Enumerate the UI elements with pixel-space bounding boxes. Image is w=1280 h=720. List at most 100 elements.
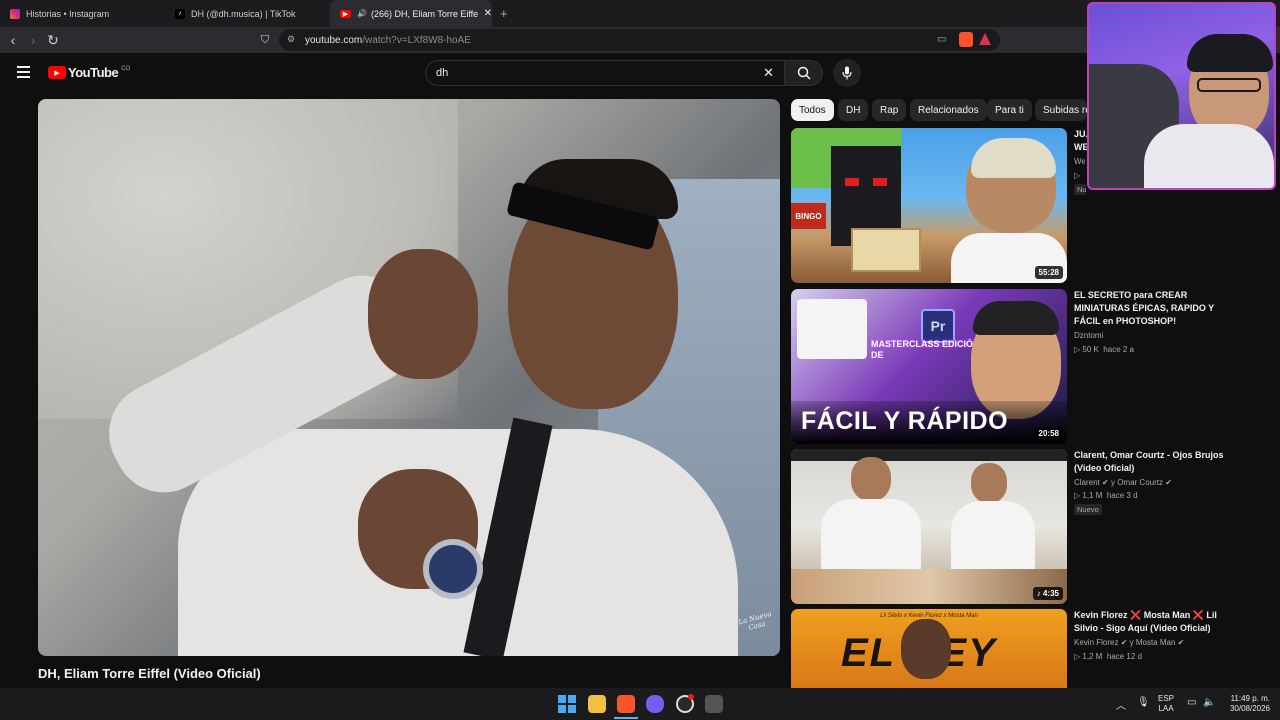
microphone-icon: [842, 66, 852, 80]
search-input[interactable]: dh ✕: [425, 60, 785, 86]
volume-icon[interactable]: 🔈: [1203, 697, 1215, 708]
bookmark-icon[interactable]: ⛉: [256, 31, 274, 49]
chip-dh[interactable]: DH: [838, 99, 869, 121]
webcam-person-glasses: [1197, 78, 1261, 92]
recommendation-stats: ▷ 1,2 M hace 12 d: [1074, 652, 1142, 661]
thumb-bingo-card: [851, 228, 921, 272]
menu-icon[interactable]: [17, 66, 30, 78]
thumb-subtext: MASTERCLASS EDICIÓN DE: [871, 339, 980, 360]
thumb-counter: [791, 569, 1067, 604]
language-code: ESP: [1158, 694, 1175, 703]
chip-todos[interactable]: Todos: [791, 99, 834, 121]
back-button[interactable]: ‹: [4, 31, 22, 49]
webcam-person-shirt: [1144, 124, 1274, 188]
view-count: 1,1 M: [1082, 491, 1103, 500]
duration-text: 4:35: [1042, 589, 1059, 598]
audio-icon[interactable]: 🔊: [357, 9, 367, 18]
microphone-tray-icon[interactable]: 🎙: [1137, 697, 1150, 708]
chip-subidas-recientes[interactable]: Subidas re: [1035, 99, 1087, 121]
capture-app-icon[interactable]: [705, 695, 723, 713]
recommendation-stats: ▷ 50 K hace 2 a: [1074, 345, 1134, 354]
thumb-card: [797, 299, 867, 359]
recommendation-channel[interactable]: Clarent ✔ y Omar Courtz ✔: [1074, 478, 1172, 487]
recommendation-thumbnail[interactable]: BINGO 55:28: [791, 128, 1067, 283]
thumb-person-coat: [821, 499, 921, 579]
keyboard-layout: LAA: [1158, 704, 1174, 713]
youtube-icon: ▶: [340, 9, 351, 18]
recommendation-channel[interactable]: Dzntomi: [1074, 331, 1103, 340]
clock[interactable]: 11:49 p. m. 30/08/2026: [1222, 694, 1270, 714]
chevron-up-icon[interactable]: ︿: [1116, 697, 1126, 712]
webcam-person-cap: [1187, 34, 1273, 72]
thumb-headline: FÁCIL Y RÁPIDO: [801, 407, 1009, 435]
file-explorer-icon[interactable]: [588, 695, 606, 713]
new-badge: Nuevo: [1074, 504, 1102, 515]
url-host: youtube.com: [305, 34, 363, 46]
clear-search-icon[interactable]: ✕: [763, 65, 774, 81]
thumb-bingo-sign: BINGO: [791, 203, 826, 229]
site-info-icon[interactable]: ⚙: [287, 34, 295, 45]
new-tab-button[interactable]: +: [500, 6, 508, 21]
country-code: CO: [121, 65, 131, 72]
new-badge: Nu...: [1074, 184, 1086, 195]
video-player[interactable]: La Nueva Casa: [38, 99, 780, 656]
thumb-eye: [845, 178, 859, 186]
video-duration: 20:58: [1034, 427, 1063, 440]
recommendation-thumbnail[interactable]: Pr MASTERCLASS EDICIÓN DE FÁCIL Y RÁPIDO…: [791, 289, 1067, 444]
tab-label: Historias • Instagram: [26, 8, 110, 19]
recommendation-title[interactable]: JU... WE...: [1074, 128, 1088, 154]
network-icon[interactable]: ▭: [1187, 697, 1196, 708]
thumb-person-face: [901, 619, 951, 679]
recommendation-channel[interactable]: Kevin Florez ✔ y Mosta Man ✔: [1074, 638, 1184, 647]
webcam-overlay: [1087, 2, 1276, 190]
cast-icon[interactable]: ▭: [937, 34, 946, 45]
tab-label: DH (@dh.musica) | TikTok: [191, 8, 296, 19]
game-controller-icon[interactable]: [646, 695, 664, 713]
brave-rewards-icon[interactable]: [979, 33, 991, 45]
verified-icon: ✔: [1177, 638, 1185, 647]
channel-name: Clarent: [1074, 478, 1100, 487]
logo-text: YouTube: [68, 65, 119, 80]
thumb-person-cap: [971, 138, 1056, 178]
thumb-person-cap: [973, 301, 1059, 335]
recommendation-stats: ▷ 1,1 M hace 3 d: [1074, 491, 1138, 500]
reload-button[interactable]: ↻: [44, 31, 62, 49]
thumb-ceiling: [791, 449, 1067, 461]
recommendation-title[interactable]: Clarent, Omar Courtz - Ojos Brujos (Vide…: [1074, 449, 1234, 475]
brave-shields-icon[interactable]: [959, 32, 973, 47]
youtube-logo[interactable]: ▶ YouTube CO: [48, 65, 130, 80]
thumb-person-face: [971, 463, 1007, 503]
forward-button[interactable]: ›: [24, 31, 42, 49]
channel-name-2: y Omar Courtz: [1110, 478, 1163, 487]
recommendation-channel[interactable]: We...: [1074, 157, 1085, 166]
tab-youtube[interactable]: ▶ 🔊 (266) DH, Eliam Torre Eiffel (V ✕: [330, 0, 492, 27]
view-count: 50 K: [1082, 345, 1099, 354]
language-indicator[interactable]: ESP LAA: [1158, 694, 1174, 714]
active-indicator: [614, 717, 638, 719]
notification-dot: [688, 694, 694, 700]
chip-para-ti[interactable]: Para ti: [987, 99, 1032, 121]
search-button[interactable]: [785, 60, 823, 86]
brave-browser-icon[interactable]: [617, 695, 635, 713]
recommendation-title[interactable]: Kevin Florez ❌ Mosta Man ❌ Lil Silvio - …: [1074, 609, 1234, 635]
upload-age: hace 2 a: [1103, 345, 1134, 354]
chip-rap[interactable]: Rap: [872, 99, 907, 121]
start-menu-icon[interactable]: [558, 695, 576, 713]
tab-tiktok[interactable]: ♪ DH (@dh.musica) | TikTok: [165, 0, 333, 27]
address-bar[interactable]: ⚙ youtube.com/watch?v=LXf8W8-hoAE ▭: [279, 29, 1000, 51]
tab-instagram[interactable]: Historias • Instagram: [0, 0, 172, 27]
instagram-icon: [10, 8, 20, 19]
video-title: DH, Eliam Torre Eiffel (Video Oficial): [38, 666, 261, 681]
thumb-person-face: [851, 457, 891, 501]
verified-icon: ✔: [1165, 478, 1172, 487]
recommendation-thumbnail[interactable]: ♪ 4:35: [791, 449, 1067, 604]
thumb-eye: [873, 178, 887, 186]
video-person-hand: [368, 249, 478, 379]
close-tab-icon[interactable]: ✕: [484, 8, 492, 19]
upload-age: hace 3 d: [1106, 491, 1138, 500]
chip-relacionados[interactable]: Relacionados: [910, 99, 987, 121]
voice-search-button[interactable]: [833, 59, 861, 87]
recommendation-thumbnail[interactable]: Lil Silvio x Kevin Florez x Mosta Man EL…: [791, 609, 1067, 688]
recommendation-title[interactable]: EL SECRETO para CREAR MINIATURAS ÉPICAS,…: [1074, 289, 1234, 328]
video-person-watch: [423, 539, 483, 599]
